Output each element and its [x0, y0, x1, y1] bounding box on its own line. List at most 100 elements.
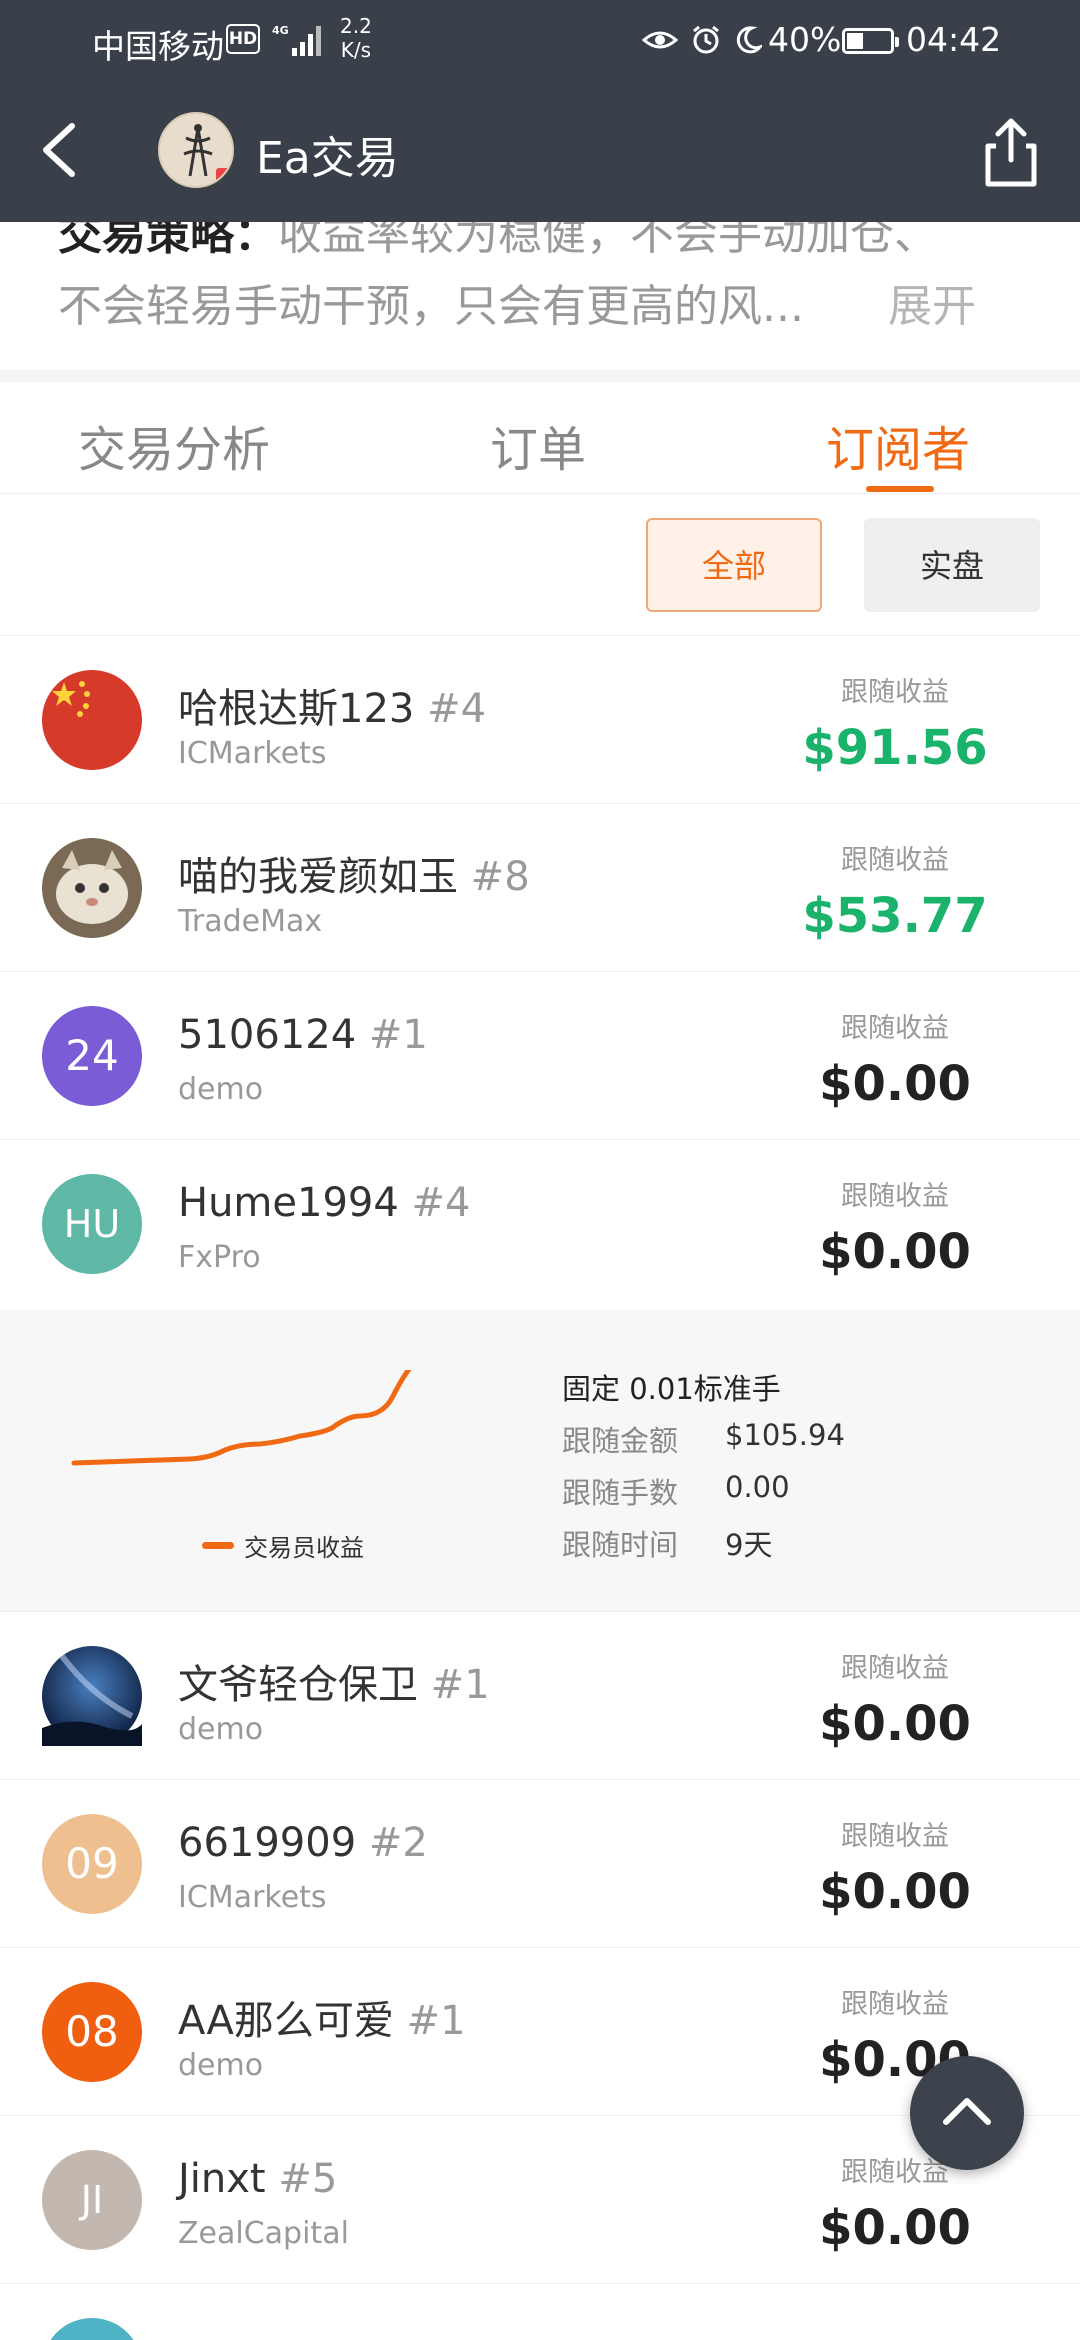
profit-value: $0.00: [819, 2200, 971, 2256]
night-sky-photo-avatar: [42, 1646, 142, 1746]
moon-icon: [736, 26, 762, 54]
profit-label: 跟随收益: [841, 1989, 949, 2020]
subscriber-name-text: Hume1994: [178, 1180, 399, 1226]
follow-amount-label: 跟随金额: [562, 1424, 679, 1458]
subscriber-rank: #4: [411, 1180, 471, 1226]
subscriber-row[interactable]: HU Hume1994 #4 FxPro 跟随收益 $0.00: [0, 1140, 1080, 1310]
tab-orders[interactable]: 订单: [490, 410, 586, 480]
status-icons: [642, 20, 762, 60]
tab-bar: 交易分析 订单 订阅者: [0, 382, 1080, 494]
alarm-icon: [693, 25, 719, 54]
subscriber-name-text: 6619909: [178, 1820, 357, 1866]
sparkline-legend: 交易员收益: [202, 1528, 364, 1563]
subscriber-row[interactable]: 文爷轻仓保卫 #1 demo 跟随收益 $0.00: [0, 1612, 1080, 1780]
follow-time-row: 跟随时间 9天: [562, 1522, 772, 1564]
subscriber-name: 6619909 #2: [178, 1820, 428, 1866]
subscriber-name-text: Jinxt: [178, 2156, 266, 2202]
subscriber-name-text: AA那么可爱: [178, 1998, 394, 2044]
profit-label: 跟随收益: [841, 1181, 949, 1212]
chevron-up-icon: [943, 2098, 991, 2125]
hd-badge: HD: [226, 24, 260, 54]
subscriber-name: Hume1994 #4: [178, 1180, 471, 1226]
strategy-description: 交易策略：收益率较为稳健，不会手动加仓、 不会轻易手动干预，只会有更高的风...…: [0, 222, 1080, 370]
subscriber-name-text: 哈根达斯123: [178, 686, 415, 732]
description-line-2: 不会轻易手动干预，只会有更高的风...: [58, 281, 804, 332]
subscriber-name-text: 文爷轻仓保卫: [178, 1662, 418, 1708]
subscriber-rank: #5: [278, 2156, 338, 2202]
status-bar: 中国移动 HD 4G 2.2 K/s 40% 04:42: [0, 0, 1080, 80]
follow-lots-label: 跟随手数: [562, 1476, 679, 1510]
speed-value: 2.2: [340, 14, 372, 38]
subscriber-rank: #8: [470, 854, 530, 900]
follow-time-value: 9天: [725, 1528, 773, 1562]
follow-lots-row: 跟随手数 0.00: [562, 1470, 790, 1512]
china-flag-icon: [42, 670, 142, 770]
subscriber-name: Jinxt #5: [178, 2156, 337, 2202]
avatar: 24: [42, 1006, 142, 1106]
back-arrow-icon[interactable]: [32, 110, 92, 190]
legend-swatch: [202, 1542, 234, 1549]
avatar: HU: [42, 1174, 142, 1274]
share-icon[interactable]: [976, 114, 1046, 190]
subscriber-name-text: 喵的我爱颜如玉: [178, 854, 458, 900]
app-header: Ea交易: [0, 80, 1080, 222]
subscriber-name: 文爷轻仓保卫 #1: [178, 1652, 490, 1710]
subscriber-broker: ZealCapital: [178, 2216, 349, 2251]
subscriber-row[interactable]: 哈根达斯123 #4 ICMarkets 跟随收益 $91.56: [0, 636, 1080, 804]
battery-percent: 40%: [768, 20, 842, 59]
subscriber-name-text: 5106124: [178, 1012, 357, 1058]
subscriber-rank: #1: [430, 1662, 490, 1708]
subscriber-row[interactable]: 24 5106124 #1 demo 跟随收益 $0.00: [0, 972, 1080, 1140]
profit-value: $91.56: [802, 720, 988, 776]
subscriber-row[interactable]: 09 6619909 #2 ICMarkets 跟随收益 $0.00: [0, 1780, 1080, 1948]
expand-link[interactable]: 展开: [888, 270, 976, 334]
profit-label: 跟随收益: [841, 845, 949, 876]
subscriber-detail-panel: 交易员收益 固定 0.01标准手 跟随金额 $105.94 跟随手数 0.00 跟随…: [0, 1310, 1080, 1612]
profit-value: $0.00: [819, 1056, 971, 1112]
filter-live-button[interactable]: 实盘: [864, 518, 1040, 612]
eye-icon: [642, 31, 678, 49]
avatar: 09: [42, 1814, 142, 1914]
cat-photo-avatar: [42, 838, 142, 938]
subscriber-name: AA那么可爱 #1: [178, 1988, 466, 2046]
subscriber-rank: #4: [427, 686, 487, 732]
profit-label: 跟随收益: [841, 1653, 949, 1684]
subscriber-broker: FxPro: [178, 1240, 261, 1275]
subscriber-rank: #1: [368, 1012, 428, 1058]
subscriber-rank: #2: [368, 1820, 428, 1866]
filter-all-button[interactable]: 全部: [646, 518, 822, 612]
trader-profit-sparkline: [71, 1370, 412, 1466]
avatar: [42, 2318, 142, 2340]
follow-amount-row: 跟随金额 $105.94: [562, 1418, 845, 1460]
subscriber-broker: demo: [178, 1072, 264, 1107]
network-speed: 2.2 K/s: [340, 14, 372, 62]
carrier-label: 中国移动: [92, 27, 224, 66]
subscriber-broker: ICMarkets: [178, 736, 327, 771]
description-text-1: 收益率较为稳健，不会手动加仓、: [278, 222, 938, 260]
subscriber-broker: demo: [178, 2048, 264, 2083]
subscriber-broker: TradeMax: [178, 904, 323, 939]
avatar: JI: [42, 2150, 142, 2250]
scroll-top-button[interactable]: [910, 2056, 1024, 2170]
subscriber-broker: ICMarkets: [178, 1880, 327, 1915]
tab-trade-analysis[interactable]: 交易分析: [78, 410, 270, 480]
subscriber-name: 哈根达斯123 #4: [178, 676, 486, 734]
subscriber-row-partial[interactable]: [0, 2284, 1080, 2340]
subscriber-name: 5106124 #1: [178, 1012, 428, 1058]
subscriber-row[interactable]: 喵的我爱颜如玉 #8 TradeMax 跟随收益 $53.77: [0, 804, 1080, 972]
subscriber-rank: #1: [406, 1998, 466, 2044]
battery-icon: [842, 28, 899, 54]
section-divider: [0, 370, 1080, 382]
page-title: Ea交易: [256, 133, 399, 184]
logo-badge: [216, 168, 230, 182]
profit-value: $53.77: [802, 888, 988, 944]
description-line-1: 交易策略：收益率较为稳健，不会手动加仓、: [58, 222, 938, 262]
profit-value: $0.00: [819, 1864, 971, 1920]
follow-time-label: 跟随时间: [562, 1528, 679, 1562]
follow-mode: 固定 0.01标准手: [562, 1372, 781, 1406]
clock: 04:42: [906, 20, 1002, 59]
description-label: 交易策略：: [58, 222, 278, 260]
avatar: 08: [42, 1982, 142, 2082]
profit-label: 跟随收益: [841, 1821, 949, 1852]
tab-subscribers[interactable]: 订阅者: [826, 410, 970, 480]
